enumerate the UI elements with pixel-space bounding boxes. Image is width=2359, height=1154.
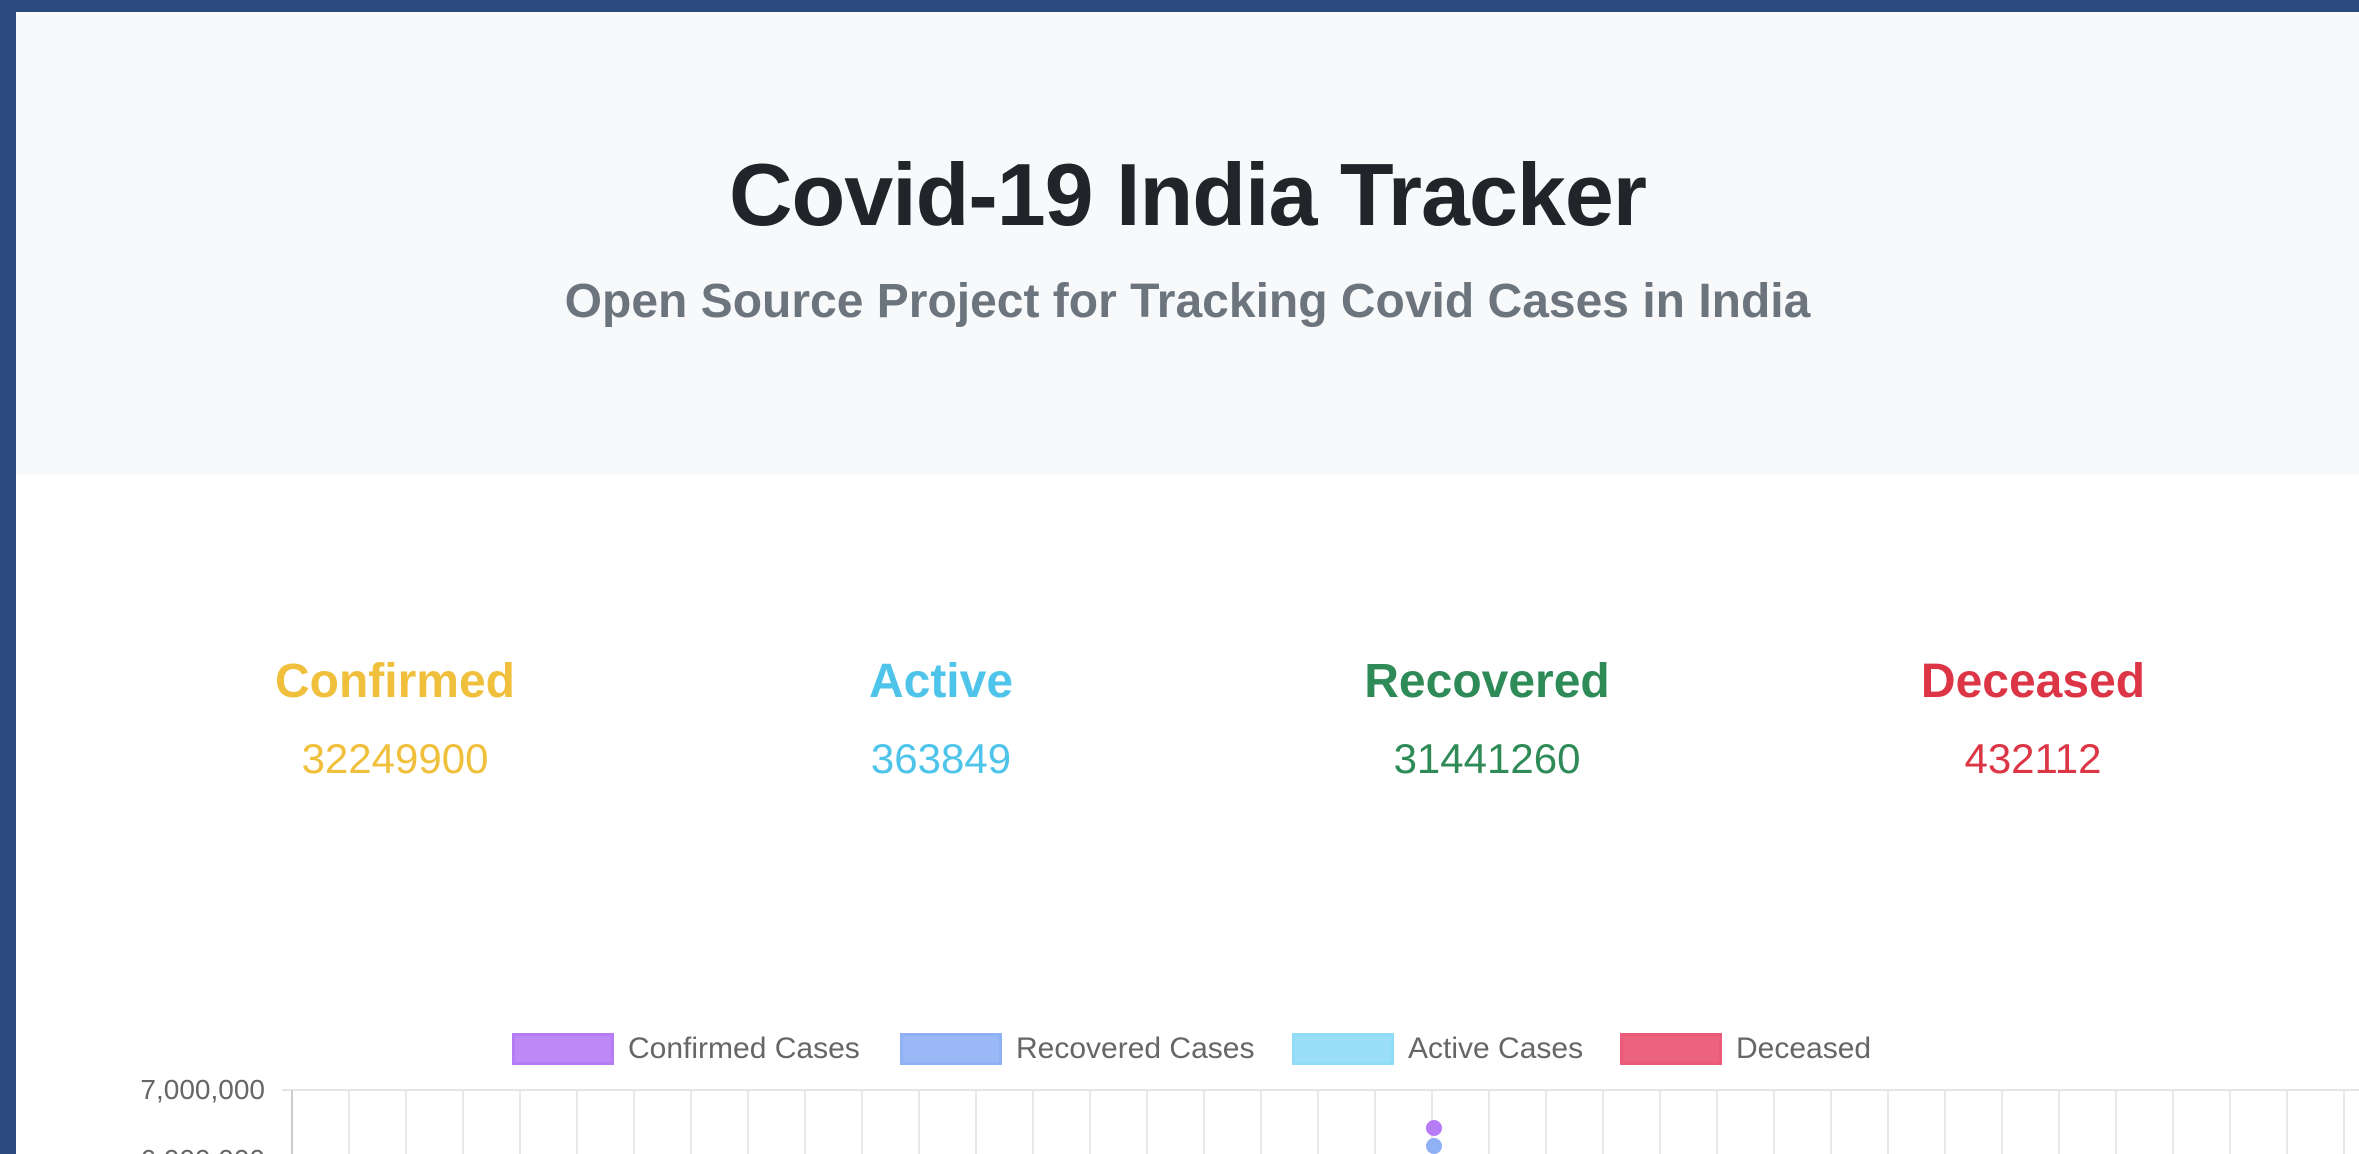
stat-confirmed: Confirmed 32249900 <box>122 658 668 780</box>
legend-label-confirmed: Confirmed Cases <box>628 1032 860 1065</box>
legend-label-recovered: Recovered Cases <box>1016 1032 1255 1065</box>
data-point-confirmed <box>1426 1120 1442 1136</box>
legend-label-deceased: Deceased <box>1736 1032 1872 1065</box>
chart-plot-area <box>282 1089 2359 1154</box>
legend-swatch-active <box>1292 1033 1394 1065</box>
legend-swatch-recovered <box>900 1033 1002 1065</box>
legend-item-deceased[interactable]: Deceased <box>1620 1026 1871 1072</box>
stat-confirmed-value: 32249900 <box>301 735 489 782</box>
stat-deceased: Deceased 432112 <box>1760 658 2306 780</box>
stat-deceased-value: 432112 <box>1964 735 2102 782</box>
chart-legend: Confirmed Cases Recovered Cases Active C… <box>16 1026 2359 1072</box>
page: Covid-19 India Tracker Open Source Proje… <box>16 12 2359 1154</box>
page-title: Covid-19 India Tracker <box>728 145 1647 244</box>
stat-active-label: Active <box>868 655 1014 708</box>
legend-swatch-confirmed <box>512 1033 614 1065</box>
stat-active-value: 363849 <box>870 735 1012 782</box>
stat-recovered-value: 31441260 <box>1393 735 1581 782</box>
chart-points <box>1426 1120 1442 1154</box>
legend-label-active: Active Cases <box>1408 1032 1584 1065</box>
legend-item-recovered[interactable]: Recovered Cases <box>900 1026 1254 1072</box>
stat-confirmed-label: Confirmed <box>275 655 515 708</box>
header-jumbotron: Covid-19 India Tracker Open Source Proje… <box>16 12 2359 475</box>
chart-gridlines <box>282 1089 2359 1154</box>
stat-recovered: Recovered 31441260 <box>1214 658 1760 780</box>
legend-swatch-deceased <box>1620 1033 1722 1065</box>
stat-active: Active 363849 <box>668 658 1214 780</box>
stat-deceased-label: Deceased <box>1920 655 2146 708</box>
stat-recovered-label: Recovered <box>1364 655 1610 708</box>
data-point-recovered <box>1426 1138 1442 1154</box>
legend-item-active[interactable]: Active Cases <box>1292 1026 1583 1072</box>
legend-item-confirmed[interactable]: Confirmed Cases <box>512 1026 860 1072</box>
page-subtitle: Open Source Project for Tracking Covid C… <box>564 275 1811 328</box>
